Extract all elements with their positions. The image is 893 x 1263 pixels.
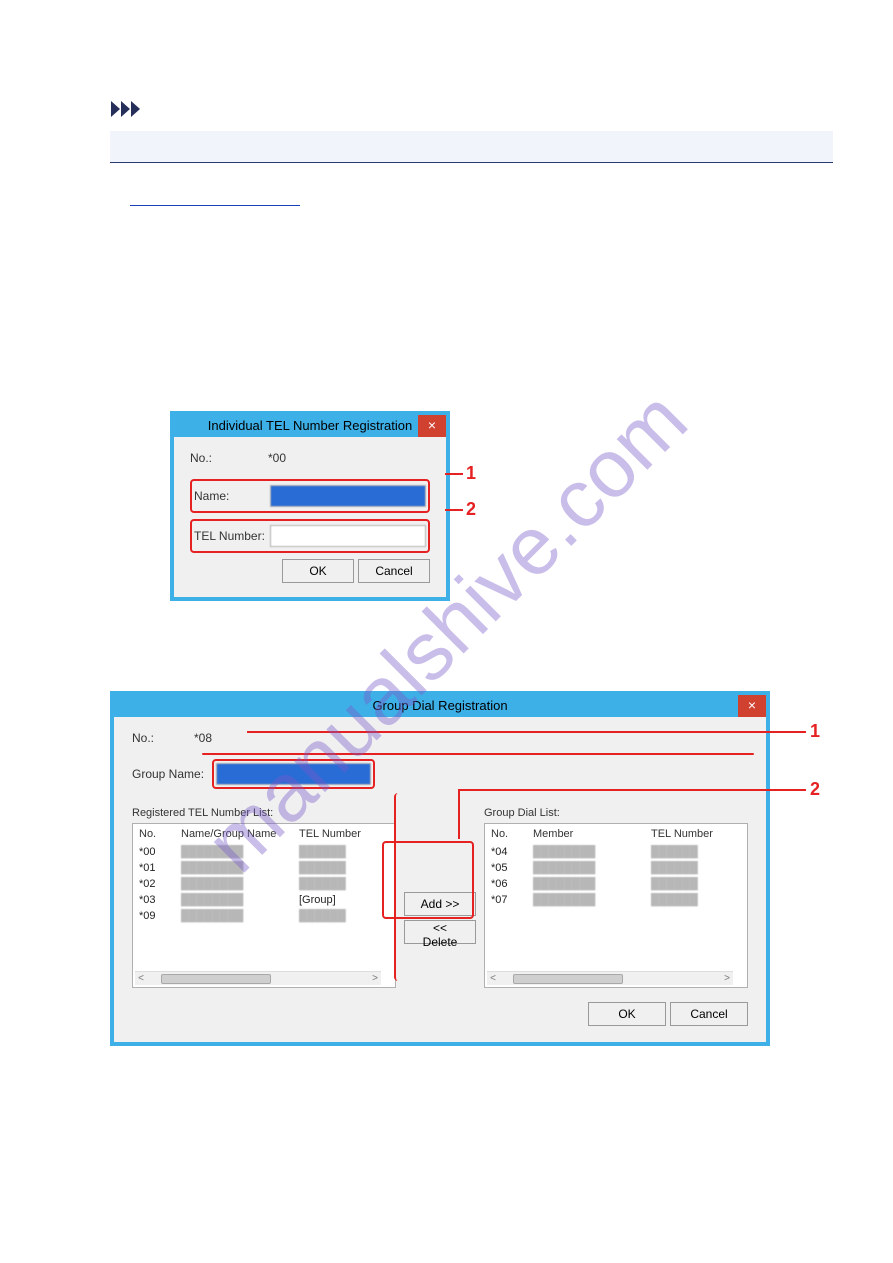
- d1-name-input[interactable]: [270, 485, 426, 507]
- individual-tel-dialog: Individual TEL Number Registration × No.…: [170, 411, 450, 601]
- list-col-name: Name/Group Name: [181, 828, 299, 840]
- d1-callout-2: 2: [466, 499, 476, 520]
- d1-no-value: *00: [268, 451, 286, 465]
- d1-name-label: Name:: [194, 489, 270, 503]
- scrollbar-horizontal[interactable]: < >: [487, 971, 733, 985]
- d1-tel-input[interactable]: [270, 525, 426, 547]
- scroll-thumb[interactable]: [513, 974, 623, 984]
- list-item[interactable]: *09██████████████: [139, 908, 389, 924]
- group-dial-list[interactable]: No. Member TEL Number *04██████████████*…: [484, 823, 748, 988]
- d2-ok-button[interactable]: OK: [588, 1002, 666, 1026]
- list-item[interactable]: *02██████████████: [139, 876, 389, 892]
- d1-tel-label: TEL Number:: [194, 529, 270, 543]
- d2-groupname-input[interactable]: [216, 763, 371, 785]
- list-item[interactable]: *01██████████████: [139, 860, 389, 876]
- list-item[interactable]: *05██████████████: [491, 860, 741, 876]
- list-item[interactable]: *06██████████████: [491, 876, 741, 892]
- page-heading-band: [110, 131, 833, 163]
- scrollbar-horizontal[interactable]: < >: [135, 971, 381, 985]
- registered-tel-list[interactable]: No. Name/Group Name TEL Number *00██████…: [132, 823, 396, 988]
- d2-right-list-title: Group Dial List:: [484, 807, 748, 819]
- dialog1-titlebar: Individual TEL Number Registration ×: [174, 415, 446, 437]
- link-placeholder[interactable]: [130, 194, 300, 206]
- list-col-tel: TEL Number: [651, 828, 741, 840]
- d1-no-label: No.:: [190, 451, 268, 465]
- add-button[interactable]: Add >>: [404, 892, 476, 916]
- d1-callout-1: 1: [466, 463, 476, 484]
- d2-no-value: *08: [194, 731, 212, 745]
- d2-no-label: No.:: [132, 731, 194, 745]
- list-col-no: No.: [491, 828, 533, 840]
- list-col-tel: TEL Number: [299, 828, 389, 840]
- list-item[interactable]: *07██████████████: [491, 892, 741, 908]
- d1-cancel-button[interactable]: Cancel: [358, 559, 430, 583]
- close-icon[interactable]: ×: [418, 415, 446, 437]
- d2-groupname-label: Group Name:: [132, 767, 212, 781]
- chevron-icon: [110, 100, 156, 118]
- scroll-thumb[interactable]: [161, 974, 271, 984]
- delete-button[interactable]: << Delete: [404, 920, 476, 944]
- d1-ok-button[interactable]: OK: [282, 559, 354, 583]
- dialog1-title: Individual TEL Number Registration: [208, 418, 413, 433]
- list-item[interactable]: *04██████████████: [491, 844, 741, 860]
- list-item[interactable]: *00██████████████: [139, 844, 389, 860]
- list-item[interactable]: *03████████[Group]: [139, 892, 389, 908]
- close-icon[interactable]: ×: [738, 695, 766, 717]
- d2-callout-2: 2: [810, 779, 820, 800]
- list-col-member: Member: [533, 828, 651, 840]
- scroll-left-icon[interactable]: <: [135, 973, 147, 984]
- scroll-right-icon[interactable]: >: [369, 973, 381, 984]
- group-dial-dialog: Group Dial Registration × No.: *08 Group…: [110, 691, 770, 1046]
- scroll-right-icon[interactable]: >: [721, 973, 733, 984]
- d2-left-list-title: Registered TEL Number List:: [132, 807, 396, 819]
- scroll-left-icon[interactable]: <: [487, 973, 499, 984]
- dialog2-title: Group Dial Registration: [372, 698, 507, 713]
- d2-cancel-button[interactable]: Cancel: [670, 1002, 748, 1026]
- d2-callout-1: 1: [810, 721, 820, 742]
- dialog2-titlebar: Group Dial Registration ×: [114, 695, 766, 717]
- list-col-no: No.: [139, 828, 181, 840]
